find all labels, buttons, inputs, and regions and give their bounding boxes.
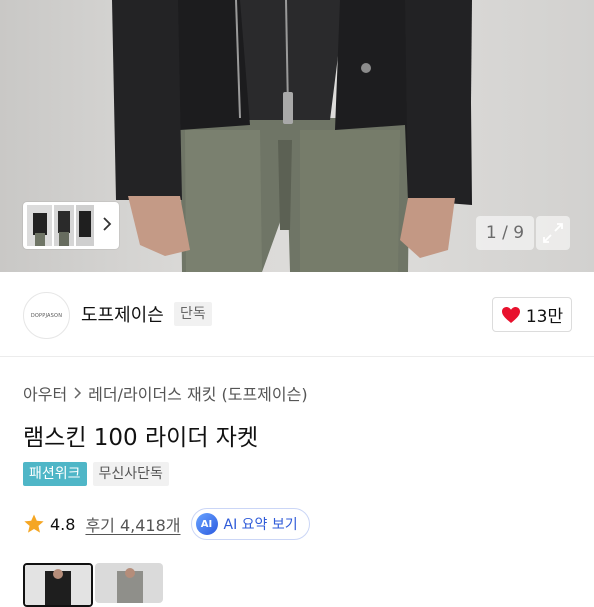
rating-score: 4.8 [50, 514, 76, 534]
like-count: 13만 [525, 307, 564, 327]
product-title: 램스킨 100 라이더 자켓 [23, 425, 259, 451]
brand-logo[interactable]: DOPPJASON [23, 292, 70, 339]
product-tags: 패션위크 무신사단독 [23, 462, 169, 486]
star-icon [24, 514, 44, 533]
product-image-gallery[interactable]: 1 / 9 [0, 0, 594, 272]
thumbnail-2[interactable] [54, 205, 74, 246]
color-option-gray[interactable] [95, 563, 163, 603]
expand-icon [543, 223, 563, 243]
ai-summary-label: AI 요약 보기 [223, 517, 298, 533]
thumbnail-1[interactable] [27, 205, 52, 246]
color-option-black[interactable] [23, 563, 93, 607]
heart-icon [501, 306, 520, 323]
chevron-right-icon [74, 387, 82, 399]
breadcrumb-item-outer[interactable]: 아우터 [23, 381, 67, 405]
image-counter: 1 / 9 [476, 216, 534, 250]
breadcrumb: 아우터 레더/라이더스 재킷 (도프제이슨) [23, 381, 308, 405]
brand-exclusive-badge: 단독 [174, 302, 212, 326]
ai-summary-button[interactable]: AI AI 요약 보기 [190, 508, 310, 540]
rating-row: 4.8 후기 4,418개 AI AI 요약 보기 [23, 508, 310, 540]
thumbnail-strip[interactable] [23, 202, 119, 249]
color-option-gray-image [95, 563, 163, 603]
tag-fashion-week: 패션위크 [23, 462, 87, 486]
brand-row: DOPPJASON 도프제이슨 단독 13만 [0, 272, 594, 357]
ai-icon: AI [195, 513, 218, 535]
thumbnail-3[interactable] [76, 205, 94, 246]
reviews-link[interactable]: 후기 4,418개 [85, 512, 180, 536]
brand-logo-text: DOPPJASON [30, 312, 63, 319]
expand-button[interactable] [536, 216, 570, 250]
chevron-right-icon[interactable] [101, 214, 113, 234]
tag-musinsa-exclusive: 무신사단독 [92, 462, 169, 486]
color-option-black-image [25, 565, 91, 605]
breadcrumb-item-category[interactable]: 레더/라이더스 재킷 (도프제이슨) [88, 381, 307, 405]
brand-name[interactable]: 도프제이슨 [81, 301, 164, 327]
like-button[interactable]: 13만 [492, 297, 572, 332]
